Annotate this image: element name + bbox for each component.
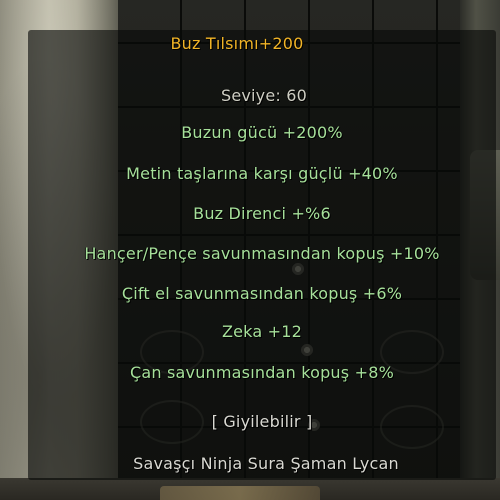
item-level: Seviye: 60 [220,86,308,105]
bonus-line: Buzun gücü +200% [181,123,343,142]
bonus-line: Buz Direnci +%6 [193,204,331,223]
wearable-label: [ Giyilebilir ] [211,412,313,431]
item-title: Buz Tılsımı+200 [170,34,304,53]
bonus-line: Metin taşlarına karşı güçlü +40% [126,164,398,183]
background-ground-detail [160,486,320,500]
bonus-line: Zeka +12 [221,322,303,341]
bonus-line: Çan savunmasından kopuş +8% [130,363,394,382]
bonus-line: Hançer/Pençe savunmasından kopuş +10% [84,244,440,263]
class-restrictions: Savaşçı Ninja Sura Şaman Lycan [133,454,399,473]
bonus-line: Çift el savunmasından kopuş +6% [121,284,403,303]
